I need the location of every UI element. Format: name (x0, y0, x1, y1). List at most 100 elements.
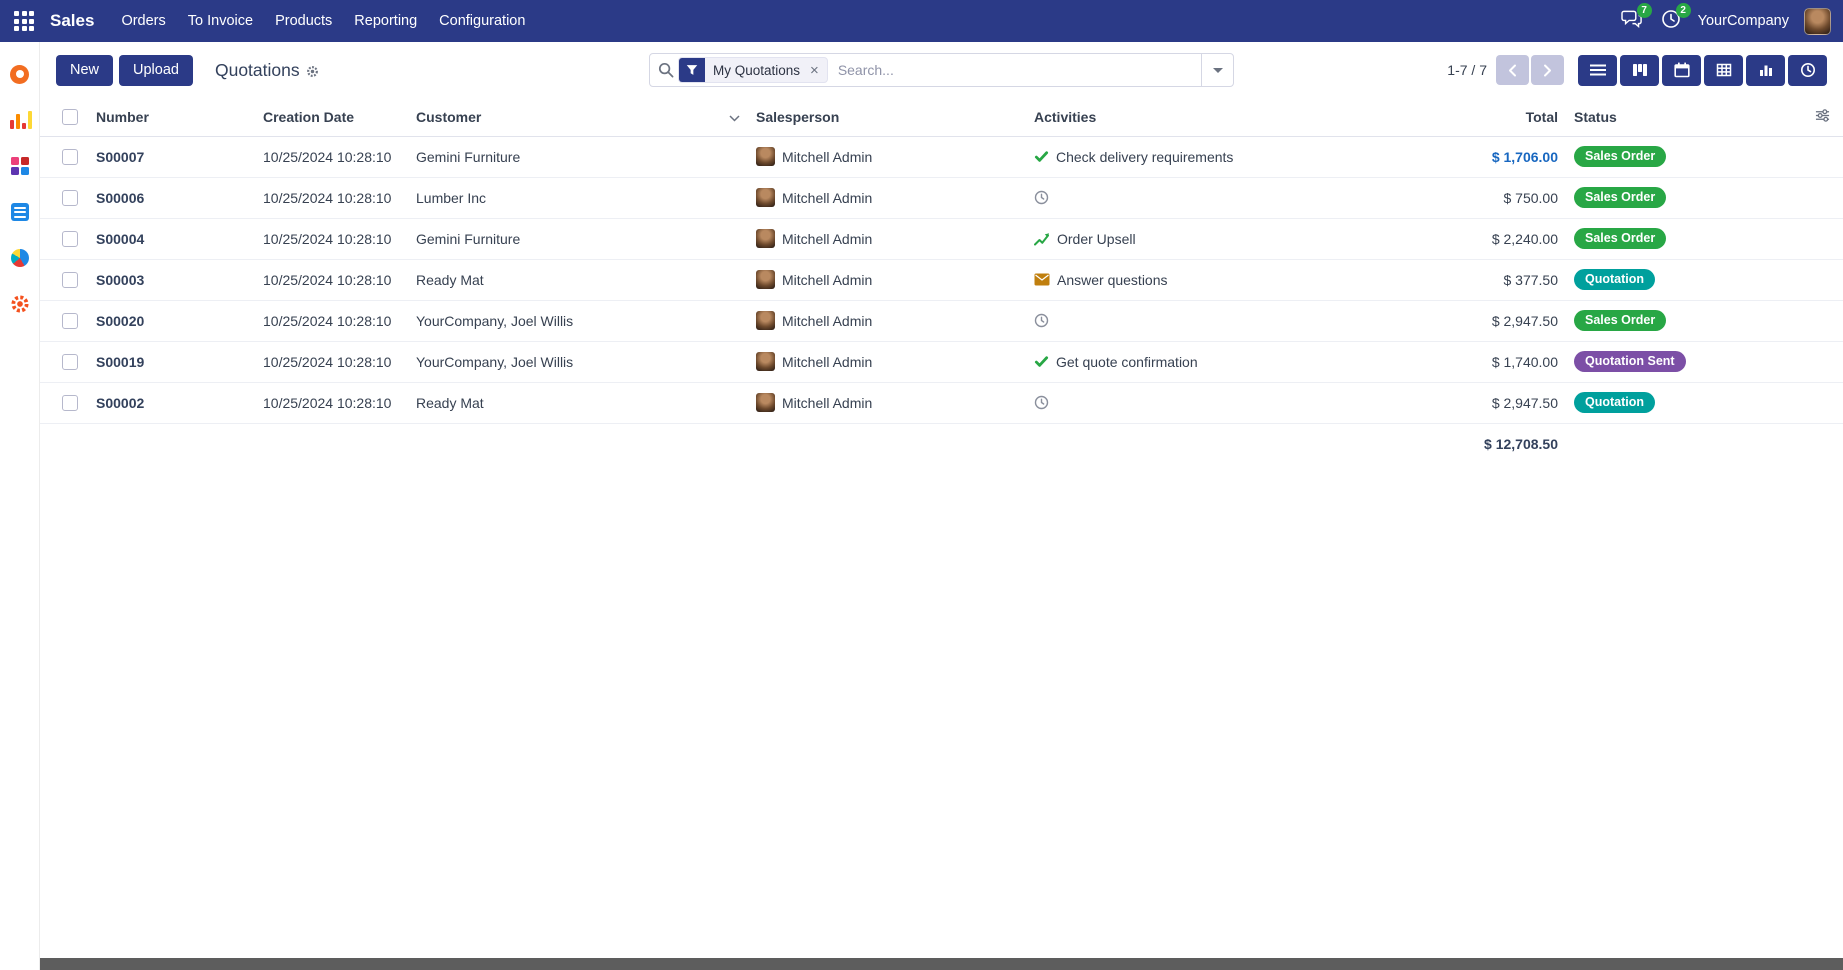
row-checkbox[interactable] (62, 272, 78, 288)
clock-activity-icon[interactable] (1034, 395, 1049, 410)
total-amount: $ 1,740.00 (1492, 354, 1558, 370)
footer-total: $ 12,708.50 (1484, 436, 1558, 452)
table-header-row: Number Creation Date Customer Salesperso… (40, 98, 1843, 136)
optional-columns-cell[interactable] (1801, 98, 1843, 136)
creation-date: 10/25/2024 10:28:10 (263, 190, 391, 206)
row-checkbox[interactable] (62, 231, 78, 247)
order-number: S00004 (96, 231, 144, 247)
nav-configuration[interactable]: Configuration (428, 0, 536, 42)
select-all-checkbox[interactable] (62, 109, 78, 125)
table-row[interactable]: S00003 10/25/2024 10:28:10 Ready Mat Mit… (40, 259, 1843, 300)
activity-view-button[interactable] (1788, 55, 1827, 86)
chevron-down-icon (1213, 68, 1223, 73)
user-avatar[interactable] (1804, 8, 1831, 35)
table-row[interactable]: S00007 10/25/2024 10:28:10 Gemini Furnit… (40, 136, 1843, 177)
messages-button[interactable]: 7 (1620, 9, 1644, 33)
upload-button[interactable]: Upload (119, 55, 193, 86)
total-amount: $ 2,947.50 (1492, 313, 1558, 329)
view-settings-gear-icon[interactable] (306, 65, 319, 78)
table-row[interactable]: S00004 10/25/2024 10:28:10 Gemini Furnit… (40, 218, 1843, 259)
row-checkbox[interactable] (62, 354, 78, 370)
salesperson-avatar (756, 147, 775, 166)
column-header-activities[interactable]: Activities (1026, 98, 1316, 136)
nav-products[interactable]: Products (264, 0, 343, 42)
pager-range: 1-7 / 7 (1447, 62, 1487, 78)
filter-funnel-icon (679, 58, 705, 82)
activity-label: Get quote confirmation (1056, 354, 1198, 370)
bar-chart-icon[interactable] (10, 110, 30, 130)
salesperson-avatar (756, 229, 775, 248)
upsell-chart-activity-icon[interactable] (1034, 232, 1050, 246)
status-badge: Sales Order (1574, 187, 1666, 208)
salesperson-avatar (756, 270, 775, 289)
creation-date: 10/25/2024 10:28:10 (263, 272, 391, 288)
activity-label: Order Upsell (1057, 231, 1136, 247)
customer-name: Gemini Furniture (416, 149, 520, 165)
check-activity-icon[interactable] (1034, 354, 1049, 369)
pager-previous-button[interactable] (1496, 55, 1529, 85)
status-badge: Sales Order (1574, 146, 1666, 167)
table-row[interactable]: S00006 10/25/2024 10:28:10 Lumber Inc Mi… (40, 177, 1843, 218)
kanban-view-button[interactable] (1620, 55, 1659, 86)
optional-columns-icon[interactable] (1815, 110, 1830, 126)
row-checkbox[interactable] (62, 190, 78, 206)
search-facet-my-quotations[interactable]: My Quotations × (678, 57, 828, 83)
order-number: S00006 (96, 190, 144, 206)
bottom-strip (40, 958, 1843, 970)
app-brand[interactable]: Sales (50, 11, 94, 31)
pivot-view-button[interactable] (1704, 55, 1743, 86)
pie-chart-icon[interactable] (10, 248, 30, 268)
customer-name: Ready Mat (416, 395, 484, 411)
column-header-status[interactable]: Status (1566, 98, 1801, 136)
activities-button[interactable]: 2 (1659, 9, 1683, 33)
table-row[interactable]: S00002 10/25/2024 10:28:10 Ready Mat Mit… (40, 382, 1843, 423)
row-checkbox[interactable] (62, 313, 78, 329)
column-header-salesperson[interactable]: Salesperson (748, 98, 1026, 136)
pager-next-button[interactable] (1531, 55, 1564, 85)
column-header-customer[interactable]: Customer (408, 98, 748, 136)
creation-date: 10/25/2024 10:28:10 (263, 313, 391, 329)
company-name[interactable]: YourCompany (1698, 13, 1789, 29)
row-checkbox[interactable] (62, 395, 78, 411)
status-badge: Quotation (1574, 269, 1655, 290)
graph-view-button[interactable] (1746, 55, 1785, 86)
table-row[interactable]: S00020 10/25/2024 10:28:10 YourCompany, … (40, 300, 1843, 341)
quotations-table: Number Creation Date Customer Salesperso… (40, 98, 1843, 464)
table-row[interactable]: S00019 10/25/2024 10:28:10 YourCompany, … (40, 341, 1843, 382)
list-view-button[interactable] (1578, 55, 1617, 86)
nav-orders[interactable]: Orders (110, 0, 176, 42)
gear-orange-icon[interactable] (10, 294, 30, 314)
total-amount: $ 750.00 (1504, 190, 1559, 206)
calendar-view-button[interactable] (1662, 55, 1701, 86)
nav-reporting[interactable]: Reporting (343, 0, 428, 42)
odoo-icon[interactable] (10, 64, 30, 84)
total-amount: $ 377.50 (1504, 272, 1559, 288)
view-switcher (1578, 55, 1827, 86)
select-all-cell[interactable] (40, 98, 88, 136)
clock-activity-icon[interactable] (1034, 190, 1049, 205)
row-checkbox[interactable] (62, 149, 78, 165)
sort-chevron-down-icon (729, 109, 740, 125)
salesperson-avatar (756, 393, 775, 412)
quotations-tbody: S00007 10/25/2024 10:28:10 Gemini Furnit… (40, 136, 1843, 423)
salesperson-name: Mitchell Admin (782, 313, 872, 329)
column-header-creation-date[interactable]: Creation Date (255, 98, 408, 136)
clock-activity-icon[interactable] (1034, 313, 1049, 328)
apps-menu-button[interactable] (8, 5, 40, 37)
status-badge: Quotation (1574, 392, 1655, 413)
check-activity-icon[interactable] (1034, 149, 1049, 164)
search-options-toggle[interactable] (1201, 54, 1233, 86)
column-header-number[interactable]: Number (88, 98, 255, 136)
facet-remove-icon[interactable]: × (808, 58, 827, 82)
dashboard-tiles-icon[interactable] (10, 156, 30, 176)
nav-to-invoice[interactable]: To Invoice (177, 0, 264, 42)
customer-name: Lumber Inc (416, 190, 486, 206)
total-amount: $ 1,706.00 (1492, 149, 1558, 165)
email-activity-icon[interactable] (1034, 273, 1050, 286)
search-input[interactable] (828, 62, 1201, 78)
spreadsheet-icon[interactable] (10, 202, 30, 222)
column-header-total[interactable]: Total (1316, 98, 1566, 136)
status-badge: Quotation Sent (1574, 351, 1686, 372)
salesperson-avatar (756, 188, 775, 207)
new-button[interactable]: New (56, 55, 113, 86)
